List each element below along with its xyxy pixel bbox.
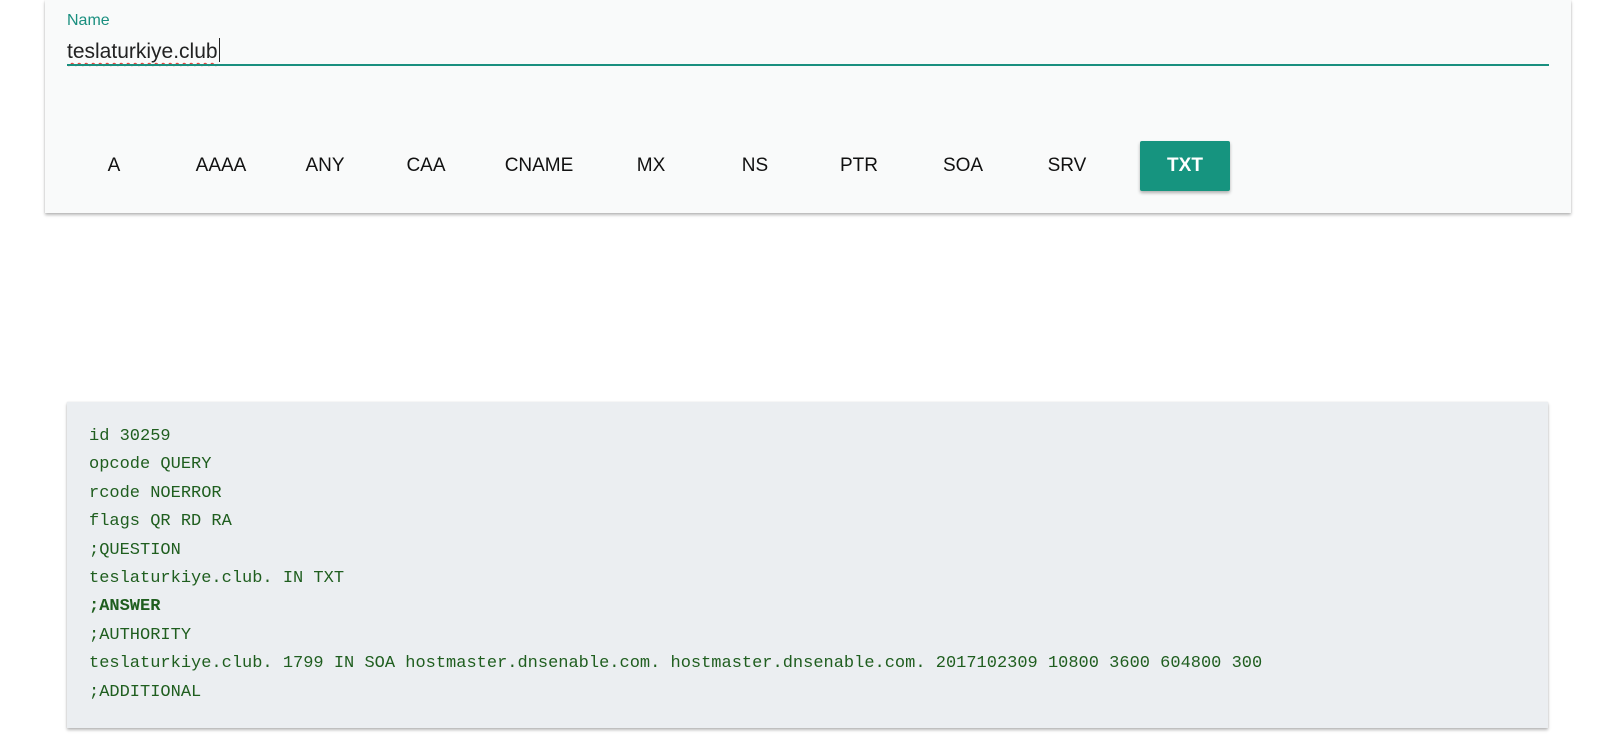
dns-result-lines: id 30259 opcode QUERY rcode NOERROR flag… bbox=[89, 423, 1262, 707]
record-type-caa-button[interactable]: CAA bbox=[394, 141, 458, 191]
dns-result-panel: id 30259 opcode QUERY rcode NOERROR flag… bbox=[67, 402, 1548, 728]
result-line-answer-heading: ;ANSWER bbox=[89, 597, 161, 617]
record-type-ptr-button[interactable]: PTR bbox=[827, 141, 891, 191]
record-type-soa-button[interactable]: SOA bbox=[931, 141, 995, 191]
name-input[interactable]: teslaturkiye.club bbox=[67, 38, 220, 64]
record-type-a-button[interactable]: A bbox=[89, 141, 139, 191]
result-line: ;QUESTION bbox=[89, 540, 181, 560]
result-line: ;AUTHORITY bbox=[89, 625, 192, 645]
record-type-aaaa-button[interactable]: AAAA bbox=[180, 141, 262, 191]
record-type-cname-button[interactable]: CNAME bbox=[493, 141, 585, 191]
result-line: teslaturkiye.club. 1799 IN SOA hostmaste… bbox=[89, 654, 1263, 674]
result-line: teslaturkiye.club. IN TXT bbox=[89, 569, 345, 589]
result-line: opcode QUERY bbox=[89, 455, 212, 475]
record-type-mx-button[interactable]: MX bbox=[619, 141, 683, 191]
record-type-any-button[interactable]: ANY bbox=[293, 141, 357, 191]
result-line: rcode NOERROR bbox=[89, 483, 222, 503]
result-line: flags QR RD RA bbox=[89, 512, 232, 532]
name-underline bbox=[67, 64, 1549, 66]
record-type-srv-button[interactable]: SRV bbox=[1035, 141, 1099, 191]
result-line: id 30259 bbox=[89, 427, 171, 446]
record-type-ns-button[interactable]: NS bbox=[723, 141, 787, 191]
query-card: Name teslaturkiye.club A AAAA ANY CAA CN… bbox=[45, 0, 1571, 213]
record-type-txt-button[interactable]: TXT bbox=[1140, 141, 1230, 191]
text-caret bbox=[218, 38, 220, 62]
name-field[interactable]: Name teslaturkiye.club bbox=[67, 10, 1549, 68]
name-label: Name bbox=[67, 12, 110, 29]
name-input-value: teslaturkiye.club bbox=[67, 40, 218, 63]
result-line: ;ADDITIONAL bbox=[89, 682, 202, 702]
